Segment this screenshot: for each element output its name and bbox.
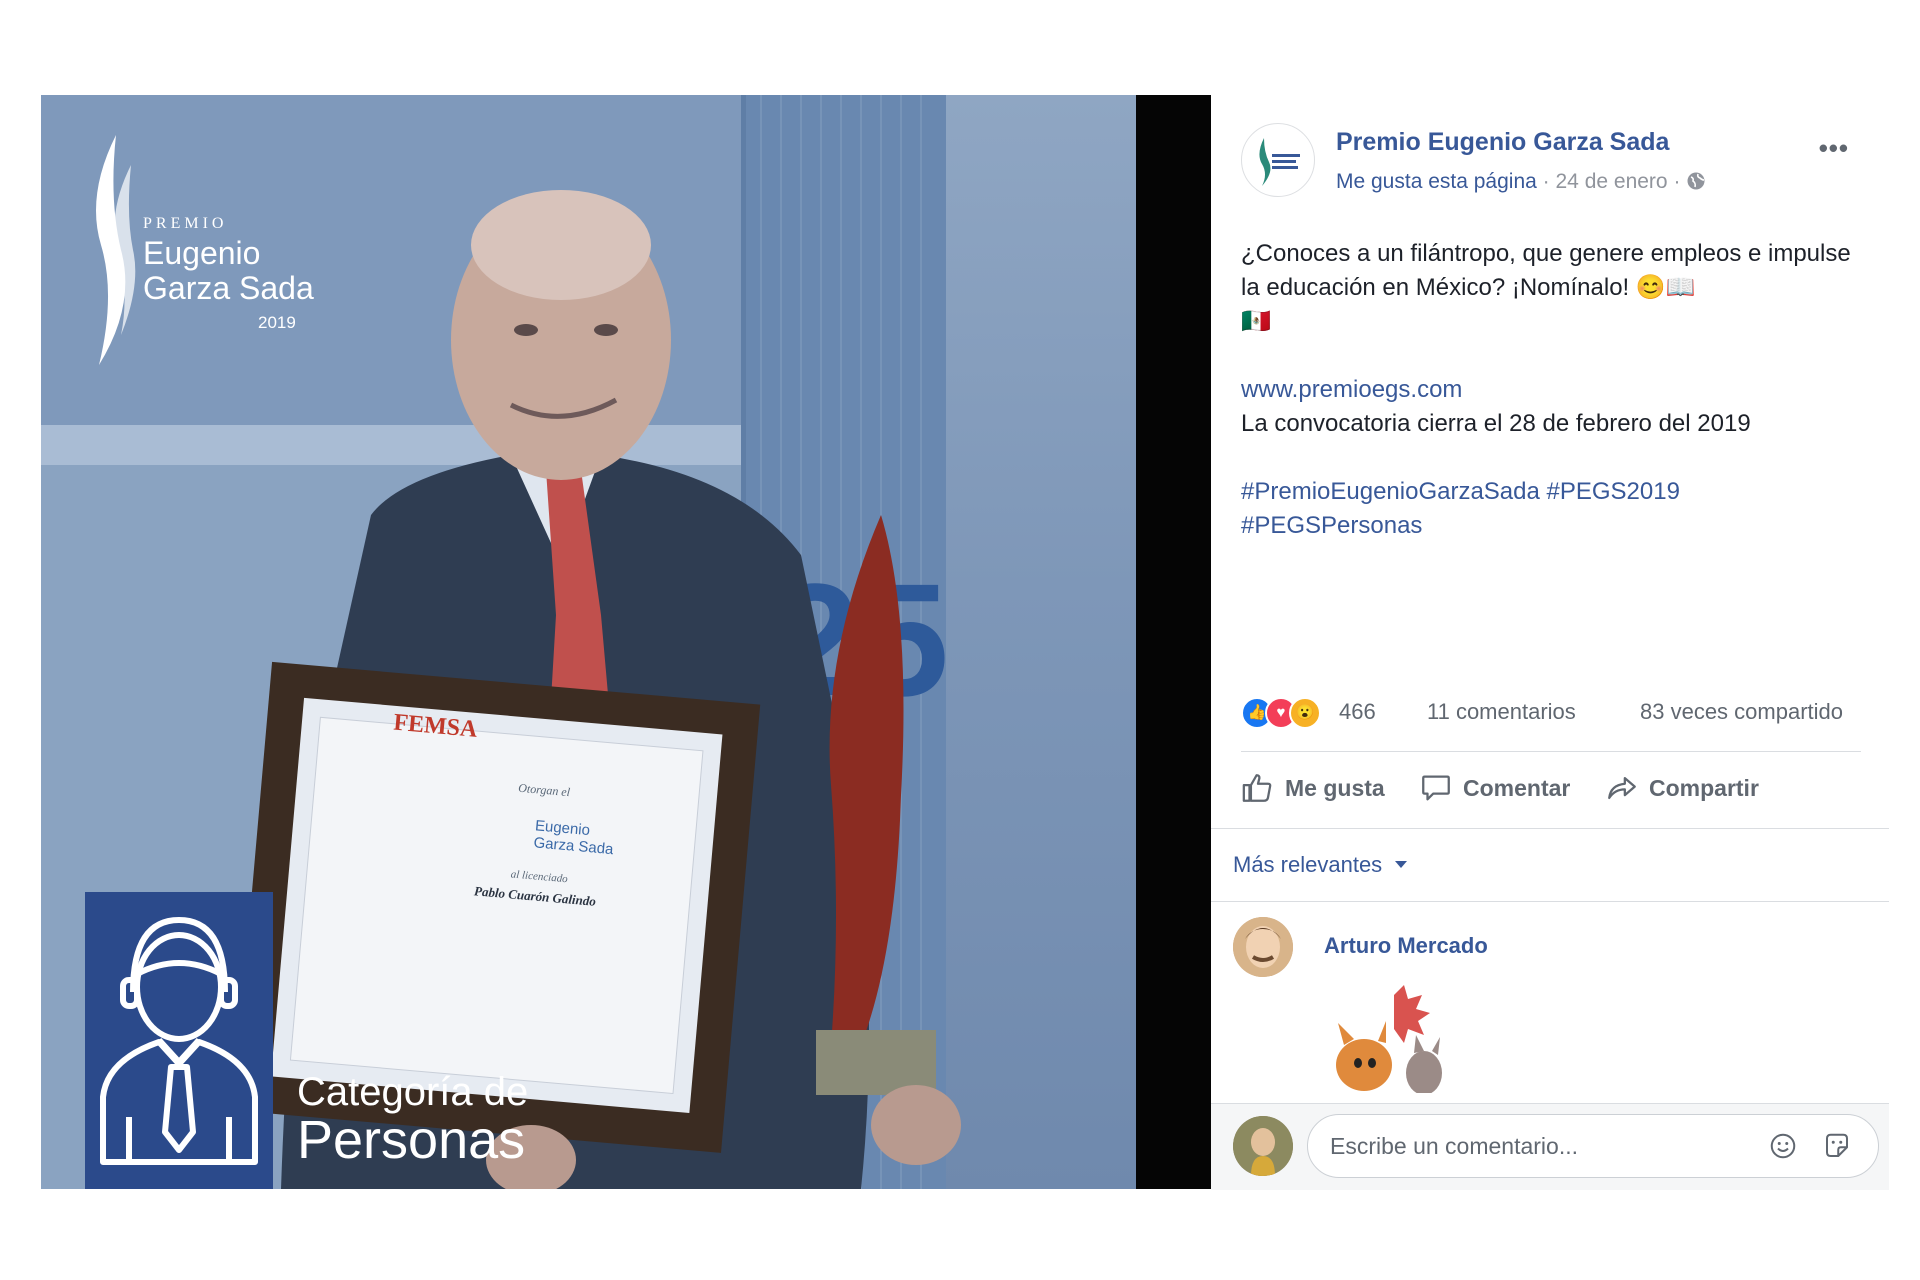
- post-photo[interactable]: 25 FEMSA Otorgan el Eugenio Garza Sada: [41, 95, 1211, 1189]
- logo-premio: PREMIO: [143, 215, 228, 232]
- post-flag: 🇲🇽: [1241, 308, 1271, 335]
- comment-author[interactable]: Arturo Mercado: [1324, 933, 1488, 959]
- comment-sticker: [1324, 985, 1464, 1099]
- page-name[interactable]: Premio Eugenio Garza Sada: [1336, 128, 1669, 157]
- divider: [1241, 751, 1861, 752]
- shares-count[interactable]: 83 veces compartido: [1640, 699, 1843, 725]
- comments-count[interactable]: 11 comentarios: [1427, 699, 1576, 725]
- person-icon: [100, 917, 258, 1165]
- high-five-sticker: [1324, 985, 1464, 1099]
- divider: [1211, 828, 1889, 829]
- post-hashtags-1[interactable]: #PremioEugenioGarzaSada #PEGS2019: [1241, 475, 1871, 509]
- commenter-avatar[interactable]: [1233, 917, 1293, 977]
- page-logo-icon: [1259, 138, 1300, 186]
- comment-placeholder: Escribe un comentario...: [1330, 1133, 1579, 1159]
- comment-icon: [1422, 775, 1450, 801]
- category-box: [85, 892, 273, 1189]
- like-page-link[interactable]: Me gusta esta página: [1336, 170, 1537, 193]
- comment-button[interactable]: Comentar: [1419, 768, 1570, 808]
- diploma: FEMSA Otorgan el Eugenio Garza Sada al l…: [369, 710, 714, 1037]
- meta-separator: ·: [1542, 170, 1550, 193]
- reaction-icons[interactable]: 👍 ♥ 😮: [1241, 697, 1321, 729]
- share-icon: [1608, 776, 1636, 800]
- page-avatar[interactable]: [1241, 123, 1315, 197]
- diploma-award-line2: Garza Sada: [532, 834, 615, 859]
- caret-down-icon: [1395, 861, 1408, 868]
- current-user-avatar[interactable]: [1233, 1116, 1293, 1176]
- reactions-row: 👍 ♥ 😮 466 11 comentarios 83 veces compar…: [1241, 695, 1861, 729]
- share-label: Compartir: [1649, 774, 1759, 801]
- like-label: Me gusta: [1285, 774, 1385, 801]
- sort-comments-dropdown[interactable]: Más relevantes: [1233, 852, 1408, 878]
- thumbs-up-icon: [1242, 774, 1272, 802]
- more-options-button[interactable]: •••: [1819, 133, 1849, 164]
- post-message: ¿Conoces a un filántropo, que genere emp…: [1241, 240, 1851, 301]
- comment-label: Comentar: [1463, 774, 1571, 801]
- category-label: Categoría de Personas: [297, 1070, 529, 1170]
- flame-icon: [96, 135, 136, 365]
- category-line1: Categoría de: [297, 1070, 529, 1114]
- award-logo: PREMIO Eugenio Garza Sada 2019: [81, 135, 321, 365]
- category-line2: Personas: [297, 1110, 526, 1170]
- post-hashtags-2[interactable]: #PEGSPersonas: [1241, 509, 1871, 543]
- post-link[interactable]: www.premioegs.com: [1241, 373, 1871, 407]
- sort-label: Más relevantes: [1233, 852, 1383, 877]
- post-deadline: La convocatoria cierra el 28 de febrero …: [1241, 410, 1751, 437]
- reactions-count[interactable]: 466: [1339, 699, 1376, 725]
- commenter-photo: [1233, 917, 1293, 977]
- current-user-photo: [1233, 1116, 1293, 1176]
- globe-icon: [1687, 172, 1705, 190]
- share-button[interactable]: Compartir: [1605, 768, 1759, 808]
- diploma-recipient-label: al licenciado: [510, 868, 569, 886]
- emoji-icon[interactable]: [1768, 1131, 1798, 1161]
- logo-year: 2019: [258, 313, 296, 332]
- logo-line1: Eugenio: [143, 235, 261, 271]
- post-actions: Me gusta Comentar Compartir: [1241, 768, 1881, 808]
- wow-reaction-icon: 😮: [1289, 697, 1321, 729]
- sticker-icon[interactable]: [1822, 1131, 1852, 1161]
- diploma-recipient: Pablo Cuarón Galindo: [473, 883, 597, 909]
- comment-input[interactable]: Escribe un comentario...: [1307, 1114, 1879, 1178]
- meta-separator-2: ·: [1673, 170, 1681, 193]
- post-sidebar: Premio Eugenio Garza Sada Me gusta esta …: [1211, 95, 1889, 1190]
- logo-line2: Garza Sada: [143, 270, 314, 306]
- comment-composer: Escribe un comentario...: [1211, 1103, 1889, 1190]
- like-button[interactable]: Me gusta: [1241, 768, 1385, 808]
- post-date[interactable]: 24 de enero: [1556, 170, 1668, 193]
- divider: [1211, 901, 1889, 902]
- post-text: ¿Conoces a un filántropo, que genere emp…: [1241, 237, 1871, 543]
- diploma-heading: Otorgan el: [517, 780, 571, 800]
- post-meta: Me gusta esta página · 24 de enero ·: [1336, 170, 1706, 194]
